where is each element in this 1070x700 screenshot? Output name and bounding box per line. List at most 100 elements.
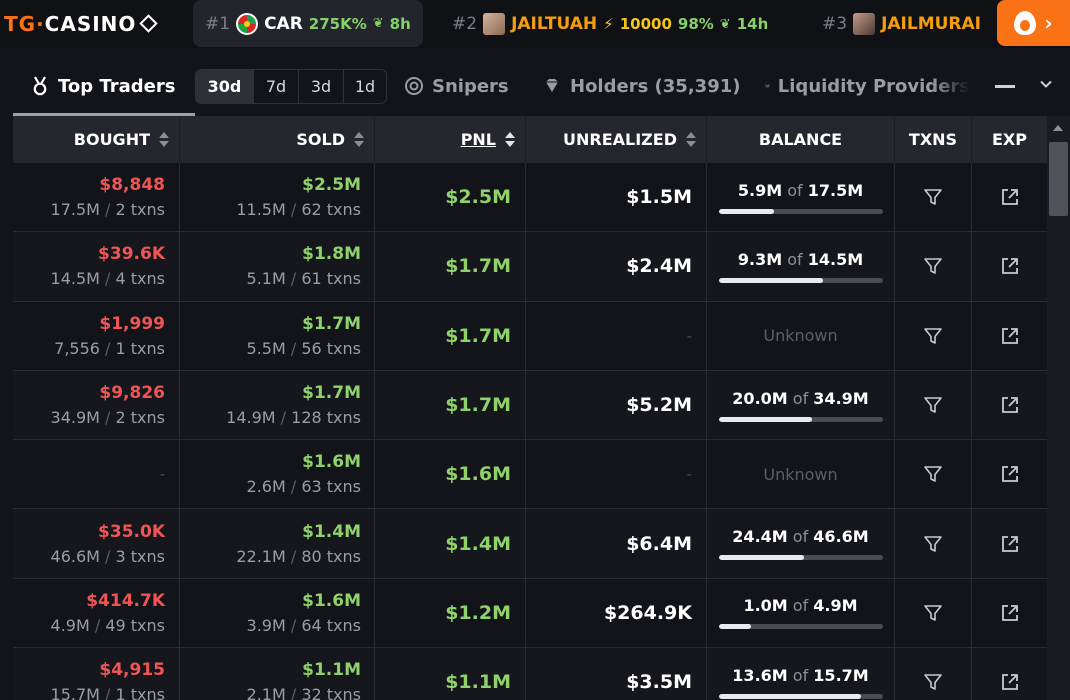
table-row[interactable]: $1,999 7,556 / 1 txns $1.7M 5.5M / 56 tx… (13, 301, 1047, 371)
pnl-cell: $2.5M (375, 163, 526, 232)
table-row[interactable]: $9,826 34.9M / 2 txns $1.7M 14.9M / 128 … (13, 370, 1047, 441)
sold-usd: $1.6M (302, 452, 361, 473)
col-bought[interactable]: BOUGHT (13, 116, 180, 163)
sold-amount: 5.1M (246, 269, 286, 289)
sold-cell: $1.7M 14.9M / 128 txns (180, 370, 375, 440)
scroll-up-icon[interactable] (1053, 125, 1063, 131)
period-1d[interactable]: 1d (343, 70, 386, 103)
table-body: $8,848 17.5M / 2 txns $2.5M 11.5M / 62 t… (13, 163, 1047, 700)
txns-cell[interactable] (895, 232, 972, 301)
explorer-cell[interactable] (972, 509, 1047, 577)
chevron-down-icon[interactable] (1040, 78, 1052, 90)
txns-cell[interactable] (895, 301, 972, 370)
external-link-icon[interactable] (1000, 464, 1020, 484)
tg-casino-logo[interactable]: TG·CASINO (4, 12, 159, 36)
filter-icon[interactable] (923, 464, 943, 484)
balance-unknown: Unknown (763, 326, 838, 346)
table-header: BOUGHT SOLD PNL UNREALIZED BALANCE TXNS … (13, 116, 1047, 163)
col-txns: TXNS (895, 116, 972, 163)
sold-txns: 62 txns (301, 200, 361, 220)
txns-cell[interactable] (895, 578, 972, 648)
balance-progress-bar (718, 555, 883, 561)
txns-cell[interactable] (895, 440, 972, 509)
fire-icon (1014, 11, 1037, 35)
balance-amount: 13.6M of 15.7M (732, 666, 868, 685)
col-pnl[interactable]: PNL (375, 116, 526, 163)
col-unrealized[interactable]: UNREALIZED (526, 116, 707, 163)
col-sold[interactable]: SOLD (180, 116, 375, 163)
explorer-cell[interactable] (972, 163, 1047, 231)
unrealized-value: $264.9K (603, 601, 692, 624)
filter-icon[interactable] (923, 187, 943, 207)
sold-usd: $1.7M (302, 383, 361, 404)
bought-txns: 2 txns (115, 200, 165, 220)
bought-txns: 1 txns (115, 685, 165, 700)
trending-item-2[interactable]: #2 JAILTUAH ⚡ 10000 98% ❦ 14h (452, 0, 768, 48)
balance-total: 34.9M (813, 388, 869, 408)
scrollbar[interactable] (1047, 116, 1070, 700)
unrealized-value: - (686, 465, 692, 484)
tab-holders[interactable]: Holders (35,391) (542, 56, 740, 116)
table-row[interactable]: $414.7K 4.9M / 49 txns $1.6M 3.9M / 64 t… (13, 578, 1047, 649)
explorer-cell[interactable] (972, 440, 1047, 508)
filter-icon[interactable] (923, 326, 943, 346)
explorer-cell[interactable] (972, 232, 1047, 300)
external-link-icon[interactable] (1000, 326, 1020, 346)
bought-usd: $4,915 (99, 660, 165, 681)
tab-liquidity-providers[interactable]: Liquidity Providers (765, 56, 970, 116)
table-row[interactable]: $39.6K 14.5M / 4 txns $1.8M 5.1M / 61 tx… (13, 232, 1047, 302)
txns-cell[interactable] (895, 163, 972, 232)
period-7d[interactable]: 7d (253, 70, 298, 103)
filter-icon[interactable] (923, 395, 943, 415)
external-link-icon[interactable] (1000, 187, 1020, 207)
explorer-cell[interactable] (972, 579, 1047, 647)
trending-item-1[interactable]: #1 CAR 275K% ❦ 8h (193, 0, 423, 47)
scroll-thumb[interactable] (1049, 142, 1068, 216)
balance-cell: Unknown (707, 440, 895, 509)
explorer-cell[interactable] (972, 648, 1047, 700)
balance-held: 5.9M (737, 180, 783, 200)
unrealized-value: $3.5M (626, 671, 692, 694)
explorer-cell[interactable] (972, 302, 1047, 370)
sort-icon (159, 132, 169, 147)
minimize-icon[interactable] (995, 85, 1015, 88)
balance-progress-fill (718, 277, 824, 283)
unrealized-cell: $6.4M (526, 509, 707, 578)
external-link-icon[interactable] (1000, 603, 1020, 623)
filter-icon[interactable] (923, 534, 943, 554)
table-row[interactable]: $4,915 15.7M / 1 txns $1.1M 2.1M / 32 tx… (13, 648, 1047, 700)
external-link-icon[interactable] (1000, 672, 1020, 692)
sold-cell: $1.8M 5.1M / 61 txns (180, 232, 375, 301)
txns-cell[interactable] (895, 509, 972, 578)
external-link-icon[interactable] (1000, 534, 1020, 554)
unrealized-value: - (686, 326, 692, 345)
table-row[interactable]: $8,848 17.5M / 2 txns $2.5M 11.5M / 62 t… (13, 163, 1047, 233)
pnl-value: $1.1M (445, 671, 511, 694)
sold-amount: 2.6M (246, 477, 286, 497)
tab-top-traders[interactable]: Top Traders (30, 56, 175, 116)
balance-progress-bar (718, 624, 883, 630)
filter-icon[interactable] (923, 603, 943, 623)
filter-icon[interactable] (923, 672, 943, 692)
txns-cell[interactable] (895, 648, 972, 700)
target-icon (405, 77, 423, 95)
trending-item-3[interactable]: #3 JAILMURAI (822, 0, 981, 48)
bought-txns: 3 txns (115, 546, 165, 566)
sold-cell: $1.6M 2.6M / 63 txns (180, 440, 375, 509)
explorer-cell[interactable] (972, 371, 1047, 439)
table-row[interactable]: $35.0K 46.6M / 3 txns $1.4M 22.1M / 80 t… (13, 509, 1047, 579)
sold-txns: 32 txns (301, 685, 361, 700)
balance-amount: 1.0M of 4.9M (743, 596, 857, 615)
period-30d[interactable]: 30d (196, 70, 253, 103)
pnl-value: $1.7M (445, 324, 511, 347)
balance-total: 46.6M (813, 527, 869, 547)
trending-fire-button[interactable]: › (997, 0, 1070, 46)
txns-cell[interactable] (895, 370, 972, 440)
tab-snipers[interactable]: Snipers (404, 56, 509, 116)
period-3d[interactable]: 3d (298, 70, 343, 103)
external-link-icon[interactable] (1000, 395, 1020, 415)
bought-amount: 46.6M (50, 546, 100, 566)
table-row[interactable]: - / $1.6M 2.6M / 63 txns $1.6M - Unknown (13, 440, 1047, 510)
external-link-icon[interactable] (1000, 256, 1020, 276)
filter-icon[interactable] (923, 256, 943, 276)
